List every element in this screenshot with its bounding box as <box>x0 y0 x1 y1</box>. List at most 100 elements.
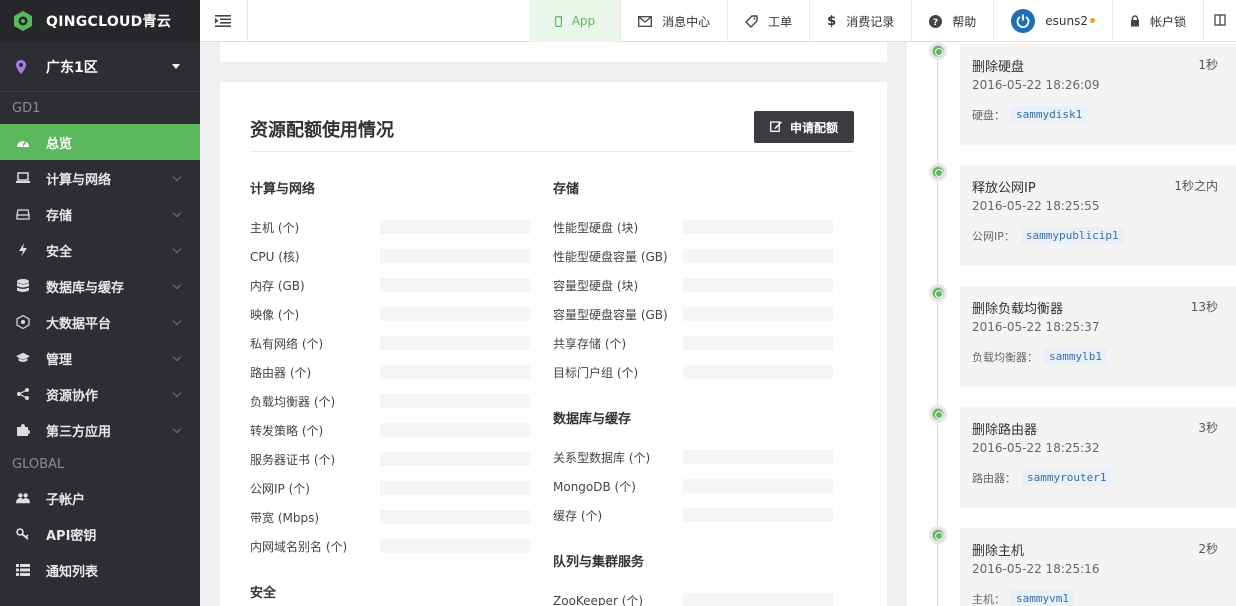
timeline-item[interactable]: 删除主机 2秒 2016-05-22 18:25:16 主机： sammyvm1 <box>960 528 1236 606</box>
timeline-item[interactable]: 删除负载均衡器 13秒 2016-05-22 18:25:37 负载均衡器： s… <box>960 286 1236 387</box>
topbar-more-button[interactable] <box>1203 0 1236 42</box>
resource-link[interactable]: sammyrouter1 <box>1022 469 1112 486</box>
quota-usage-bar <box>380 510 530 524</box>
quota-label: 关系型数据库 (个) <box>553 451 651 465</box>
quota-usage-bar <box>683 508 833 522</box>
resource-link[interactable]: sammypublicip1 <box>1020 227 1124 244</box>
quota-row: 带宽 (Mbps) <box>250 503 530 532</box>
topbar-app-label: App <box>571 14 596 28</box>
quota-usage-bar <box>380 278 530 292</box>
quota-label: 带宽 (Mbps) <box>250 511 320 525</box>
timeline-item[interactable]: 删除路由器 3秒 2016-05-22 18:25:32 路由器： sammyr… <box>960 407 1236 508</box>
timeline-item[interactable]: 删除硬盘 1秒 2016-05-22 18:26:09 硬盘： sammydis… <box>960 44 1236 145</box>
resource-label: 路由器： <box>972 471 1016 485</box>
previous-card-bottom <box>220 42 887 62</box>
avatar <box>1011 9 1036 33</box>
resource-label: 公网IP： <box>972 229 1015 243</box>
qingcloud-logo-icon <box>14 11 32 31</box>
quota-label: 私有网络 (个) <box>250 337 324 351</box>
brand-logo[interactable]: QINGCLOUD青云 <box>0 0 200 42</box>
power-icon <box>1016 14 1030 28</box>
topbar-billing-label: 消费记录 <box>846 14 895 29</box>
top-bar-spacer <box>248 0 530 41</box>
sidebar-item-label: 子帐户 <box>46 492 86 508</box>
topbar-app-button[interactable]: App <box>529 0 621 42</box>
sidebar-item-bigdata[interactable]: 大数据平台 <box>0 304 200 340</box>
quota-usage-bar <box>683 593 833 606</box>
quota-label: 转发策略 (个) <box>250 424 324 438</box>
quota-label: 映像 (个) <box>250 308 300 322</box>
sidebar-item-management[interactable]: 管理 <box>0 340 200 376</box>
sidebar-item-overview[interactable]: 总览 <box>0 124 200 160</box>
sidebar-item-label: 总览 <box>46 136 73 152</box>
resource-link[interactable]: sammyvm1 <box>1011 590 1074 606</box>
nav-group-global: GLOBAL <box>12 457 65 472</box>
topbar-user-menu[interactable]: esuns2 <box>993 0 1112 42</box>
sidebar-item-third-party-apps[interactable]: 第三方应用 <box>0 412 200 448</box>
quota-usage-bar <box>683 278 833 292</box>
quota-label: 共享存储 (个) <box>553 337 627 351</box>
activity-timeline: 删除硬盘 1秒 2016-05-22 18:26:09 硬盘： sammydis… <box>907 42 1236 606</box>
event-timestamp: 2016-05-22 18:25:37 <box>972 320 1100 334</box>
timeline-dot <box>929 42 947 60</box>
section-title-security: 安全 <box>250 586 277 601</box>
sidebar-item-database-cache[interactable]: 数据库与缓存 <box>0 268 200 304</box>
envelope-icon <box>638 15 653 27</box>
event-resource: 公网IP： sammypublicip1 <box>972 227 1224 244</box>
topbar-tickets-button[interactable]: 工单 <box>727 0 809 42</box>
book-icon <box>1214 13 1226 29</box>
zone-label: 广东1区 <box>46 59 98 76</box>
sidebar-item-notification-list[interactable]: 通知列表 <box>0 552 200 588</box>
graduation-cap-icon <box>16 351 30 365</box>
quota-label: 负载均衡器 (个) <box>250 395 336 409</box>
quota-row: MongoDB (个) <box>553 472 833 501</box>
mobile-icon <box>554 15 562 27</box>
event-elapsed: 1秒之内 <box>1174 179 1218 193</box>
resource-link[interactable]: sammydisk1 <box>1011 106 1088 123</box>
sidebar-item-label: 资源协作 <box>46 388 99 404</box>
quota-label: MongoDB (个) <box>553 480 636 494</box>
quota-row: 容量型硬盘容量 (GB) <box>553 300 833 329</box>
nav-group-gd1: GD1 <box>12 101 41 116</box>
sidebar-item-sub-accounts[interactable]: 子帐户 <box>0 480 200 516</box>
sidebar-item-compute-network[interactable]: 计算与网络 <box>0 160 200 196</box>
topbar-lock-button[interactable]: 帐户锁 <box>1111 0 1203 42</box>
bigdata-icon <box>16 315 30 329</box>
event-timestamp: 2016-05-22 18:25:16 <box>972 562 1100 576</box>
sidebar: QINGCLOUD青云 广东1区 GD1 总览 计算与网络 存储 安全 数据库与… <box>0 0 200 606</box>
quota-usage-bar <box>380 249 530 263</box>
sidebar-item-api-keys[interactable]: API密钥 <box>0 516 200 552</box>
apply-quota-button[interactable]: 申请配额 <box>754 111 854 143</box>
quota-usage-bar <box>683 307 833 321</box>
quota-usage-bar <box>683 336 833 350</box>
quota-row: CPU (核) <box>250 242 530 271</box>
lock-icon <box>1130 15 1140 27</box>
quota-usage-bar <box>380 336 530 350</box>
resource-label: 主机： <box>972 592 1005 606</box>
topbar-messages-label: 消息中心 <box>662 14 711 29</box>
quota-row: 性能型硬盘容量 (GB) <box>553 242 833 271</box>
event-title: 删除路由器 <box>972 423 1038 438</box>
sidebar-item-security[interactable]: 安全 <box>0 232 200 268</box>
resource-link[interactable]: sammylb1 <box>1044 348 1107 365</box>
quota-row: 私有网络 (个) <box>250 329 530 358</box>
map-pin-icon <box>16 59 26 74</box>
timeline-item[interactable]: 释放公网IP 1秒之内 2016-05-22 18:25:55 公网IP： sa… <box>960 165 1236 266</box>
sidebar-toggle-button[interactable] <box>200 0 248 42</box>
quota-label: 内网域名别名 (个) <box>250 540 348 554</box>
topbar-help-button[interactable]: ? 帮助 <box>911 0 993 42</box>
sidebar-item-collaboration[interactable]: 资源协作 <box>0 376 200 412</box>
quota-column-right: 存储 性能型硬盘 (块) 性能型硬盘容量 (GB) 容量型硬盘 (块) 容量型硬… <box>553 178 833 606</box>
event-elapsed: 13秒 <box>1190 300 1218 314</box>
topbar-messages-button[interactable]: 消息中心 <box>620 0 727 42</box>
chevron-down-icon <box>172 244 182 254</box>
sidebar-item-storage[interactable]: 存储 <box>0 196 200 232</box>
question-circle-icon: ? <box>929 14 943 28</box>
topbar-billing-button[interactable]: $ 消费记录 <box>809 0 911 42</box>
chevron-down-icon <box>172 388 182 398</box>
section-title-compute: 计算与网络 <box>250 182 316 197</box>
quota-label: CPU (核) <box>250 250 300 264</box>
zone-selector[interactable]: 广东1区 <box>0 42 200 92</box>
svg-text:?: ? <box>933 18 938 28</box>
chevron-down-icon <box>172 172 182 182</box>
